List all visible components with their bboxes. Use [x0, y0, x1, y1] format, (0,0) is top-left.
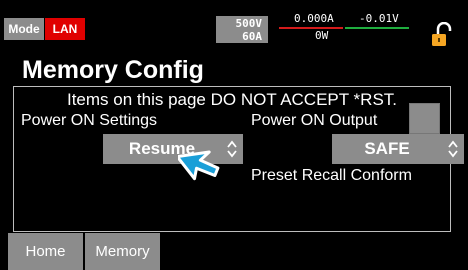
lock-icon[interactable]	[426, 21, 456, 48]
preset-recall-conform-label: Preset Recall Conform	[251, 167, 412, 184]
voltage-divider	[345, 27, 409, 29]
rst-notice: Items on this page DO NOT ACCEPT *RST.	[66, 90, 398, 109]
tab-memory[interactable]: Memory	[85, 233, 161, 270]
lan-badge: LAN	[45, 18, 85, 40]
current-divider	[279, 27, 343, 29]
power-on-output-label: Power ON Output	[251, 112, 378, 129]
page-title: Memory Config	[22, 56, 204, 84]
measured-voltage: -0.01V	[359, 12, 399, 25]
power-on-output-value: SAFE	[364, 139, 410, 158]
power-on-output-select[interactable]: SAFE	[332, 134, 464, 164]
power-on-settings-label: Power ON Settings	[21, 112, 158, 129]
rating-current: 60A	[242, 30, 262, 43]
status-bar: Mode LAN 500V 60A 0.000A -0.01V 0W	[0, 0, 468, 50]
tab-home[interactable]: Home	[8, 233, 84, 270]
measured-power: 0W	[315, 29, 329, 42]
mode-badge[interactable]: Mode	[4, 18, 44, 40]
updown-chevron-icon	[448, 140, 458, 158]
preset-recall-conform-checkbox[interactable]	[409, 103, 440, 134]
rating-voltage: 500V	[235, 17, 263, 30]
rating-box: 500V 60A	[216, 16, 268, 43]
pointer-arrow-icon	[178, 150, 220, 181]
measured-current: 0.000A	[294, 12, 334, 25]
